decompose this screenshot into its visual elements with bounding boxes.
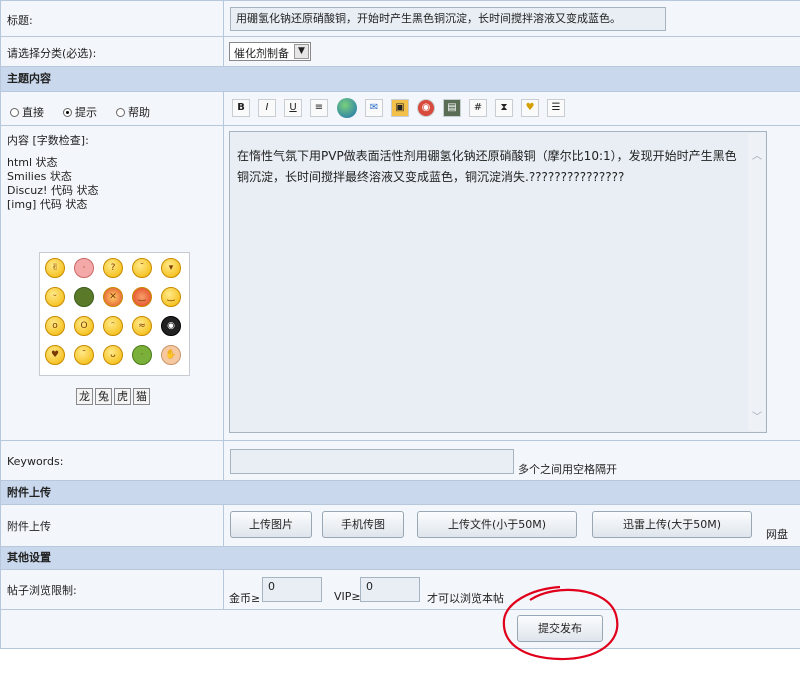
content-text: 在惰性气氛下用PVP做表面活性剂用硼氢化钠还原硝酸铜（摩尔比10:1），发现开始… [237, 149, 737, 184]
keywords-hint: 多个之间用空格隔开 [518, 463, 617, 476]
attach-label: 附件上传 [7, 520, 51, 533]
section-header-other: 其他设置 [1, 547, 800, 569]
status-smilies[interactable]: Smilies 状态 [7, 170, 98, 184]
emoticon-sweat[interactable]: ˘ [74, 345, 94, 365]
attach-label-cell: 附件上传 [1, 505, 223, 546]
status-discuz[interactable]: Discuz! 代码 状态 [7, 184, 98, 198]
title-input[interactable]: 用硼氢化钠还原硝酸铜，开始时产生黑色铜沉淀，长时间搅拌溶液又变成蓝色。 [230, 7, 666, 31]
vip-label: VIP≥ [334, 590, 361, 603]
media-icon[interactable]: ◉ [417, 99, 435, 117]
status-list: html 状态 Smilies 状态 Discuz! 代码 状态 [img] 代… [7, 156, 98, 212]
scroll-down-icon[interactable]: ﹀ [752, 408, 762, 423]
editor-toolbar: B I U ≡ ✉ ▣ ◉ ▤ # ⧗ ♥ ☰ [224, 92, 800, 125]
upload-image-button[interactable]: 上传图片 [230, 511, 312, 538]
content-label: 内容 [字数检查]: [7, 134, 89, 147]
emoticon-panel: ✌ · ? ˘ ▾ ᵕ ✕ ‿ ‿ o O ᵔ ≈ ◉ ♥ ˘ ᴗ · ✋ [39, 252, 190, 376]
emoticon-cry[interactable]: ≈ [132, 316, 152, 336]
emoticon-grin[interactable]: ▾ [161, 258, 181, 278]
hide-icon[interactable]: ⧗ [495, 99, 513, 117]
film-icon[interactable]: ▤ [443, 99, 461, 117]
emoticon-smile[interactable]: ᵕ [45, 287, 65, 307]
emoticon-handshake[interactable]: ✋ [161, 345, 181, 365]
view-limit-label: 帖子浏览限制: [7, 584, 77, 597]
section-header-attach: 附件上传 [1, 481, 800, 504]
mode-help-radio[interactable]: 帮助 [116, 104, 150, 120]
image-icon[interactable]: ▣ [391, 99, 409, 117]
content-label-cell: 内容 [字数检查]: html 状态 Smilies 状态 Discuz! 代码… [1, 126, 223, 440]
emoticon-pig[interactable]: · [74, 258, 94, 278]
category-selected-value: 催化剂制备 [234, 47, 289, 60]
title-label: 标题: [7, 14, 33, 27]
globe-link-icon[interactable] [337, 98, 357, 118]
view-limit-label-cell: 帖子浏览限制: [1, 570, 223, 609]
upload-file-button[interactable]: 上传文件(小于50M) [417, 511, 577, 538]
upload-phone-button[interactable]: 手机传图 [322, 511, 404, 538]
netdisk-link[interactable]: 网盘 [766, 526, 788, 542]
emoticon-turtle[interactable] [74, 287, 94, 307]
emoticon-surprise[interactable]: o [45, 316, 65, 336]
keywords-label-cell: Keywords: [1, 441, 223, 480]
italic-icon[interactable]: I [258, 99, 276, 117]
category-select-cell: 催化剂制备 ▼ [224, 37, 800, 66]
vip-input[interactable]: 0 [360, 577, 420, 602]
emoticon-wow[interactable]: O [74, 316, 94, 336]
emoticon-laugh[interactable]: ᴗ [103, 345, 123, 365]
underline-icon[interactable]: U [284, 99, 302, 117]
mode-help-label: 帮助 [128, 106, 150, 119]
status-img[interactable]: [img] 代码 状态 [7, 198, 98, 212]
title-input-cell: 用硼氢化钠还原硝酸铜，开始时产生黑色铜沉淀，长时间搅拌溶液又变成蓝色。 [224, 1, 800, 36]
submit-cell: 提交发布 [1, 610, 800, 648]
attach-buttons-cell: 上传图片 手机传图 上传文件(小于50M) 迅雷上传(大于50M) 网盘 [224, 505, 800, 546]
emoticon-tab-cat[interactable]: 猫 [133, 388, 150, 405]
bold-icon[interactable]: B [232, 99, 250, 117]
list-icon[interactable]: ☰ [547, 99, 565, 117]
keywords-label: Keywords: [7, 455, 64, 468]
category-label: 请选择分类(必选): [7, 47, 97, 60]
mode-hint-label: 提示 [75, 106, 97, 119]
content-editor-cell: 在惰性气氛下用PVP做表面活性剂用硼氢化钠还原硝酸铜（摩尔比10:1），发现开始… [224, 126, 800, 440]
keywords-input-cell: 多个之间用空格隔开 [224, 441, 800, 480]
emoticon-sad[interactable]: ˘ [132, 258, 152, 278]
status-html[interactable]: html 状态 [7, 156, 98, 170]
chevron-down-icon: ▼ [294, 44, 309, 59]
title-label-cell: 标题: [1, 1, 223, 36]
keywords-input[interactable] [230, 449, 514, 474]
section-header-content: 主题内容 [1, 67, 800, 91]
emoticon-tab-rabbit[interactable]: 兔 [95, 388, 112, 405]
code-icon[interactable]: # [469, 99, 487, 117]
emoticon-love[interactable]: ♥ [45, 345, 65, 365]
content-textarea[interactable]: 在惰性气氛下用PVP做表面活性剂用硼氢化钠还原硝酸铜（摩尔比10:1），发现开始… [229, 131, 767, 433]
mode-direct-radio[interactable]: 直接 [10, 104, 44, 120]
email-icon[interactable]: ✉ [365, 99, 383, 117]
gold-input[interactable]: 0 [262, 577, 322, 602]
mode-cell: 直接 提示 帮助 [1, 92, 223, 125]
emoticon-think[interactable]: ? [103, 258, 123, 278]
emoticon-shout[interactable]: ✕ [103, 287, 123, 307]
annotation-circle [502, 585, 619, 661]
emoticon-peace[interactable]: ✌ [45, 258, 65, 278]
emoticon-tease[interactable]: ᵔ [103, 316, 123, 336]
textarea-scrollbar[interactable]: ︿ ﹀ [748, 133, 765, 431]
mode-direct-label: 直接 [22, 106, 44, 119]
emoticon-angry[interactable]: ‿ [132, 287, 152, 307]
category-label-cell: 请选择分类(必选): [1, 37, 223, 66]
mode-hint-radio[interactable]: 提示 [63, 104, 97, 120]
emoticon-owl[interactable]: ◉ [161, 316, 181, 336]
category-select[interactable]: 催化剂制备 ▼ [229, 42, 311, 61]
scroll-up-icon[interactable]: ︿ [752, 147, 762, 162]
emoticon-frog[interactable]: · [132, 345, 152, 365]
award-icon[interactable]: ♥ [521, 99, 539, 117]
emoticon-tab-tiger[interactable]: 虎 [114, 388, 131, 405]
emoticon-neutral[interactable]: ‿ [161, 287, 181, 307]
emoticon-tab-dragon[interactable]: 龙 [76, 388, 93, 405]
gold-label: 金币≥ [229, 592, 261, 605]
upload-xunlei-button[interactable]: 迅雷上传(大于50M) [592, 511, 752, 538]
align-icon[interactable]: ≡ [310, 99, 328, 117]
